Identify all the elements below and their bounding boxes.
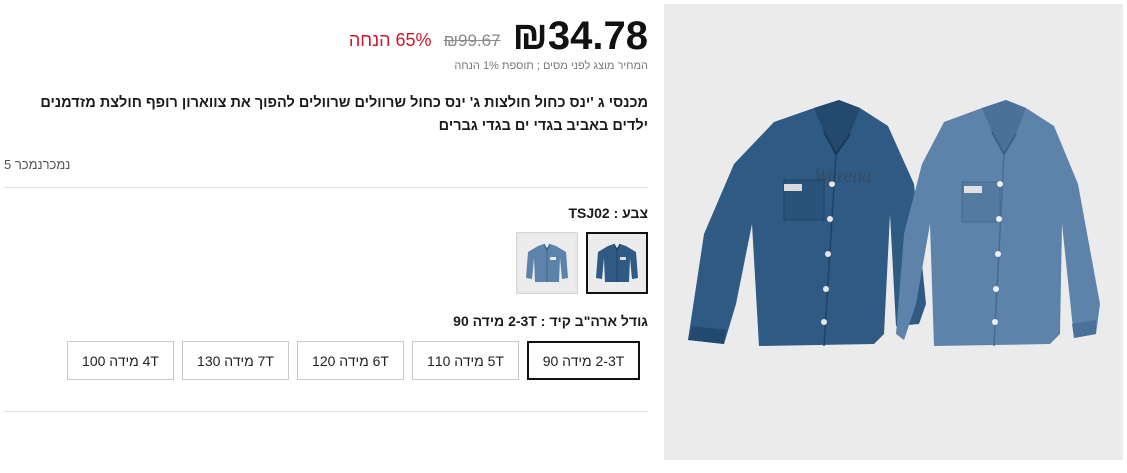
- size-option-2-3t[interactable]: 2-3T מידה 90: [527, 341, 640, 380]
- size-option-4t[interactable]: 4T מידה 100: [67, 341, 174, 380]
- product-image[interactable]: Wezena: [664, 4, 1123, 460]
- sold-count: נמכרנמכר 5: [4, 157, 71, 172]
- swatch-thumbnail: [589, 235, 645, 291]
- color-swatch-tsj01[interactable]: [516, 232, 578, 294]
- original-price: ₪99.67: [443, 31, 501, 50]
- current-price: ₪34.78: [512, 14, 648, 58]
- size-options: 2-3T מידה 90 5T מידה 110 6T מידה 120 7T …: [67, 341, 640, 380]
- color-swatches: [516, 232, 648, 294]
- size-label: גודל ארה"ב קיד : 2-3T מידה 90: [453, 313, 648, 329]
- divider: [4, 187, 648, 188]
- size-option-7t[interactable]: 7T מידה 130: [182, 341, 289, 380]
- price-row: ₪34.78 ₪99.67 65% הנחה: [349, 14, 648, 58]
- product-title: מכנסי ג 'ינס כחול חולצות ג' ינס כחול שרו…: [40, 95, 648, 134]
- denim-shirts-illustration: [688, 100, 1100, 347]
- size-option-5t[interactable]: 5T מידה 110: [412, 341, 519, 380]
- divider: [4, 411, 648, 412]
- product-info-panel: ₪34.78 ₪99.67 65% הנחה המחיר מוצג לפני מ…: [0, 0, 660, 473]
- shirt-thumbnail-icon: [526, 243, 568, 282]
- discount-badge: 65% הנחה: [348, 30, 432, 50]
- image-watermark: Wezena: [814, 166, 872, 187]
- size-option-6t[interactable]: 6T מידה 120: [297, 341, 404, 380]
- tax-note: המחיר מוצג לפני מסים ; תוספת 1% הנחה: [454, 60, 648, 72]
- shirt-thumbnail-icon: [596, 243, 638, 282]
- color-swatch-tsj02[interactable]: [586, 232, 648, 294]
- swatch-thumbnail: [519, 235, 575, 291]
- color-label: צבע : TSJ02: [568, 205, 648, 221]
